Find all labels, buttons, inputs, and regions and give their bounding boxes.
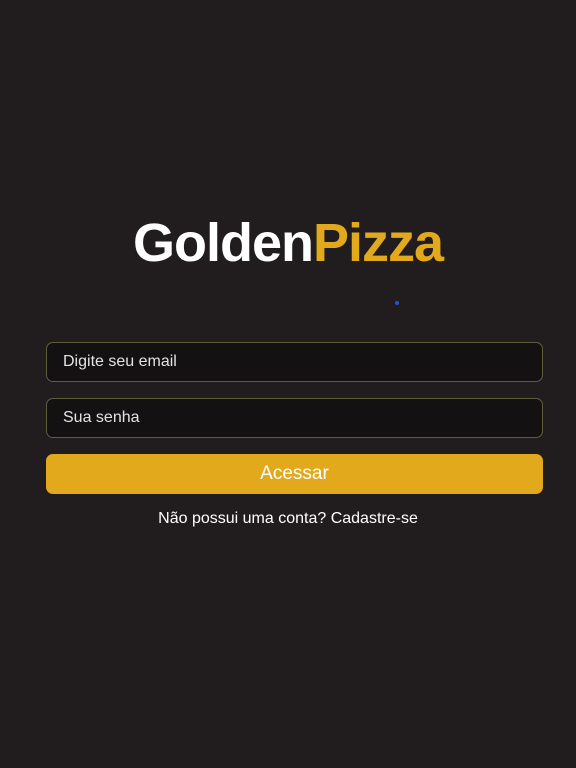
signup-prompt-text: Não possui uma conta? [158, 510, 327, 527]
login-page: GoldenPizza Acessar Não possui uma conta… [0, 0, 576, 768]
email-input[interactable] [47, 343, 542, 381]
password-input[interactable] [47, 399, 542, 437]
password-field [46, 398, 543, 438]
signup-prompt: Não possui uma conta? Cadastre-se [0, 509, 576, 528]
email-field [46, 342, 543, 382]
signup-link[interactable]: Cadastre-se [331, 510, 418, 527]
logo-text-golden: Golden [132, 213, 314, 273]
logo-text-pizza: Pizza [312, 213, 444, 273]
decorative-dot [395, 301, 399, 305]
brand-logo: GoldenPizza [0, 212, 576, 274]
login-button[interactable]: Acessar [46, 454, 543, 494]
